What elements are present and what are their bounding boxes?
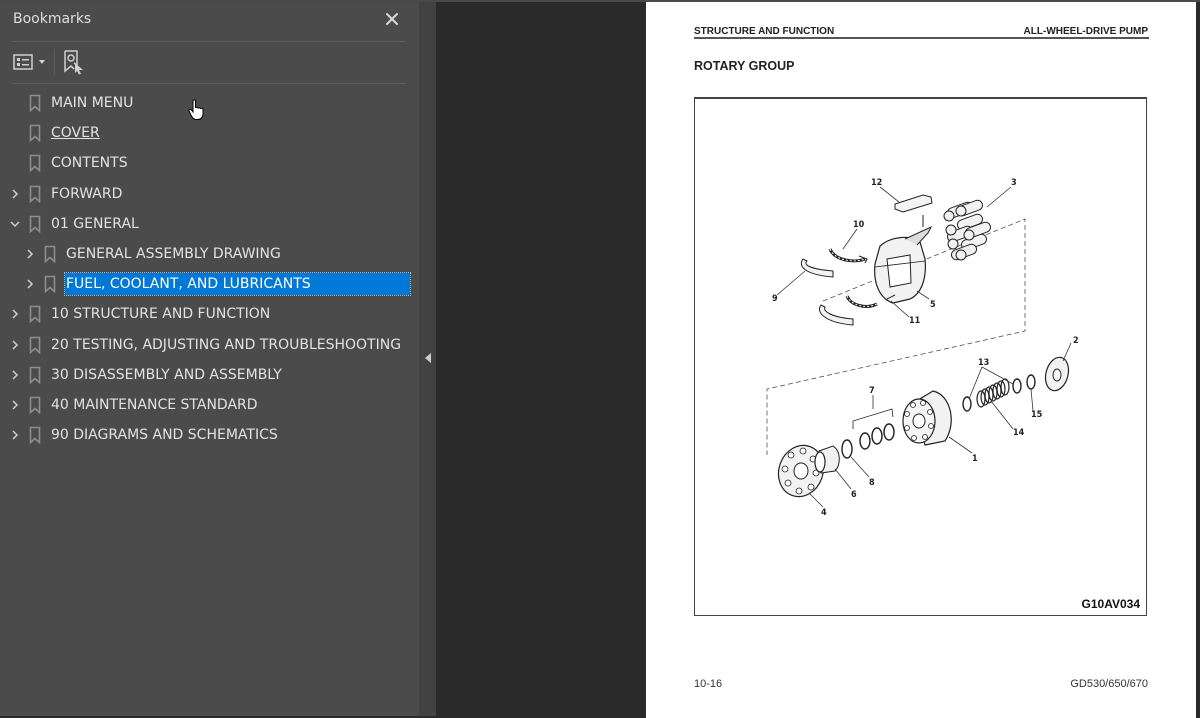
callout-10: 10 — [853, 220, 865, 230]
bookmark-label: FUEL, COOLANT, AND LUBRICANTS — [64, 272, 411, 297]
bookmark-icon — [28, 154, 42, 173]
bookmark-label: 10 STRUCTURE AND FUNCTION — [51, 306, 271, 323]
callout-4: 4 — [821, 508, 827, 518]
part-12-plate — [894, 194, 933, 213]
chevron-down-icon[interactable] — [7, 216, 23, 232]
bookmark-icon — [28, 94, 42, 112]
bookmark-label: COVER — [51, 125, 100, 142]
bookmark-item[interactable]: FUEL, COOLANT, AND LUBRICANTS — [22, 269, 411, 299]
bookmark-item[interactable]: MAIN MENU — [7, 88, 133, 118]
bookmark-item[interactable]: 40 MAINTENANCE STANDARD — [7, 390, 258, 420]
window-top-edge — [0, 0, 1200, 2]
callout-12: 12 — [871, 178, 882, 188]
callout-3: 3 — [1011, 178, 1017, 188]
bookmark-icon — [28, 396, 42, 414]
part-6-bushing — [814, 445, 840, 474]
panel-title: Bookmarks — [13, 11, 92, 27]
model-number: GD530/650/670 — [1070, 678, 1148, 690]
part-13-14-15-spring-rings — [962, 374, 1036, 412]
bookmark-item[interactable]: 10 STRUCTURE AND FUNCTION — [7, 299, 270, 329]
chevron-right-icon[interactable] — [7, 306, 23, 322]
chevron-right-icon[interactable] — [7, 397, 23, 413]
add-bookmark-button[interactable] — [62, 49, 86, 75]
bookmark-label: 90 DIAGRAMS AND SCHEMATICS — [51, 427, 278, 444]
bookmark-item[interactable]: 20 TESTING, ADJUSTING AND TROUBLESHOOTIN… — [7, 330, 401, 360]
chevron-down-icon — [39, 60, 45, 64]
part-10b-shoe-retainer — [845, 295, 878, 308]
part-2-retainer-plate — [1044, 356, 1070, 392]
bookmarks-panel: Bookmarks MAIN MENU COVER CONTENTS FORWARD 0… — [0, 0, 419, 716]
page-header-right: ALL-WHEEL-DRIVE PUMP — [1023, 26, 1148, 37]
bookmark-label: FORWARD — [51, 185, 123, 202]
pdf-page: STRUCTURE AND FUNCTION ALL-WHEEL-DRIVE P… — [646, 2, 1196, 718]
part-3-pistons — [943, 199, 992, 261]
bookmark-icon — [28, 305, 42, 324]
callout-7: 7 — [869, 386, 875, 396]
bookmark-label: 20 TESTING, ADJUSTING AND TROUBLESHOOTIN… — [51, 336, 402, 353]
chevron-right-icon[interactable] — [7, 367, 23, 383]
callout-13: 13 — [978, 358, 989, 368]
figure-code: G10AV034 — [1081, 597, 1140, 611]
bookmark-options-dropdown[interactable] — [13, 51, 49, 73]
callout-9: 9 — [772, 294, 778, 304]
bookmark-item[interactable]: GENERAL ASSEMBLY DRAWING — [22, 239, 281, 269]
section-title: ROTARY GROUP — [694, 59, 795, 73]
bookmark-item[interactable]: 30 DISASSEMBLY AND ASSEMBLY — [7, 360, 282, 390]
chevron-right-icon[interactable] — [22, 276, 38, 292]
callout-8: 8 — [869, 478, 875, 488]
toolbar-separator — [54, 49, 55, 75]
bookmark-item[interactable]: COVER — [7, 118, 100, 148]
callout-14: 14 — [1013, 428, 1025, 438]
bookmark-icon — [43, 245, 57, 263]
bookmark-label: CONTENTS — [51, 155, 128, 172]
bookmark-icon — [43, 275, 57, 294]
bookmark-label: 40 MAINTENANCE STANDARD — [51, 397, 258, 413]
rotary-group-exploded-drawing: 12 3 10 9 5 11 2 13 15 14 7 1 8 6 4 — [766, 178, 1079, 518]
collapse-panel-arrow-icon[interactable] — [424, 352, 432, 364]
bookmark-item[interactable]: FORWARD — [7, 179, 122, 209]
list-options-icon — [13, 54, 33, 70]
page-header-left: STRUCTURE AND FUNCTION — [694, 26, 835, 37]
bookmark-icon — [28, 366, 42, 384]
hand-cursor-icon — [188, 99, 204, 120]
part-1-cylinder-block — [902, 390, 952, 446]
bookmark-item[interactable]: CONTENTS — [7, 148, 128, 178]
callout-11: 11 — [909, 316, 921, 326]
bookmark-icon — [28, 426, 42, 445]
bookmark-item[interactable]: 90 DIAGRAMS AND SCHEMATICS — [7, 420, 278, 450]
part-10-shoe-retainer — [828, 248, 866, 263]
bookmark-item[interactable]: 01 GENERAL — [7, 209, 139, 239]
callout-1: 1 — [972, 454, 978, 464]
header-divider — [12, 41, 406, 42]
toolbar-divider — [12, 83, 406, 84]
bookmark-icon — [28, 215, 42, 233]
header-rule — [694, 37, 1149, 39]
close-panel-button[interactable] — [381, 8, 403, 30]
callout-2: 2 — [1073, 336, 1079, 346]
callout-15: 15 — [1031, 410, 1043, 420]
part-8-7-rings — [841, 408, 895, 459]
part-5-swash-plate — [874, 215, 933, 304]
callout-6: 6 — [851, 490, 857, 500]
page-number: 10-16 — [694, 678, 723, 690]
bookmark-icon — [28, 124, 42, 143]
chevron-right-icon[interactable] — [22, 246, 38, 262]
bookmark-label: 01 GENERAL — [51, 215, 139, 232]
bookmark-icon — [28, 336, 42, 354]
close-icon — [386, 13, 398, 25]
bookmark-label: MAIN MENU — [51, 95, 134, 111]
exploded-diagram-frame: 12 3 10 9 5 11 2 13 15 14 7 1 8 6 4 G10A… — [694, 97, 1147, 616]
callout-5: 5 — [930, 300, 936, 310]
chevron-right-icon[interactable] — [7, 337, 23, 353]
bookmark-icon — [28, 185, 42, 203]
add-bookmark-icon — [64, 50, 83, 75]
part-9-half-bearings — [801, 258, 854, 326]
bookmark-label: GENERAL ASSEMBLY DRAWING — [66, 246, 281, 262]
chevron-right-icon[interactable] — [7, 186, 23, 202]
bookmark-label: 30 DISASSEMBLY AND ASSEMBLY — [51, 366, 282, 383]
chevron-right-icon[interactable] — [7, 427, 23, 443]
